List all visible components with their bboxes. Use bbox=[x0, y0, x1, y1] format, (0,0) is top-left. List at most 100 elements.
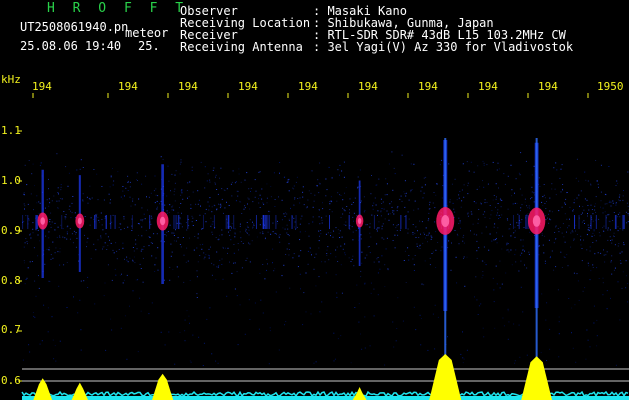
noise-speck bbox=[208, 257, 210, 259]
noise-speck bbox=[437, 316, 439, 318]
noise-speck bbox=[221, 229, 223, 231]
noise-speck bbox=[208, 248, 210, 250]
noise-speck bbox=[238, 249, 239, 251]
noise-speck bbox=[338, 232, 340, 234]
noise-speck bbox=[237, 243, 239, 244]
noise-speck bbox=[113, 252, 115, 254]
noise-speck bbox=[249, 208, 251, 210]
noise-speck bbox=[145, 229, 147, 231]
noise-speck bbox=[52, 241, 54, 243]
noise-speck bbox=[457, 235, 459, 237]
noise-speck bbox=[164, 344, 166, 346]
noise-speck bbox=[496, 169, 498, 171]
noise-speck bbox=[407, 228, 409, 230]
noise-speck bbox=[57, 251, 59, 253]
noise-speck bbox=[549, 210, 551, 212]
noise-speck bbox=[23, 260, 25, 262]
noise-speck bbox=[313, 362, 315, 364]
noise-speck bbox=[34, 316, 36, 318]
noise-speck bbox=[509, 223, 511, 225]
noise-speck bbox=[434, 221, 436, 223]
noise-speck bbox=[396, 328, 398, 329]
noise-speck bbox=[614, 267, 616, 269]
noise-speck bbox=[567, 227, 568, 229]
noise-speck bbox=[623, 190, 624, 191]
noise-speck bbox=[319, 223, 321, 225]
noise-speck bbox=[603, 249, 604, 251]
noise-speck bbox=[477, 218, 479, 220]
noise-speck bbox=[41, 340, 43, 342]
noise-speck bbox=[538, 254, 540, 256]
noise-speck bbox=[337, 229, 339, 231]
noise-speck bbox=[143, 213, 145, 215]
noise-speck bbox=[572, 347, 574, 349]
noise-speck bbox=[269, 330, 271, 332]
noise-speck bbox=[458, 197, 460, 199]
noise-speck bbox=[313, 200, 315, 202]
noise-speck bbox=[447, 336, 448, 338]
noise-speck bbox=[248, 188, 250, 190]
noise-speck bbox=[75, 232, 77, 234]
noise-speck bbox=[519, 254, 521, 256]
noise-speck bbox=[404, 250, 406, 252]
noise-speck bbox=[588, 229, 590, 231]
noise-speck bbox=[100, 235, 102, 237]
noise-speck bbox=[231, 195, 233, 197]
noise-speck bbox=[474, 296, 475, 298]
noise-speck bbox=[369, 252, 371, 254]
noise-speck bbox=[456, 282, 458, 284]
noise-speck bbox=[603, 225, 605, 227]
noise-speck bbox=[278, 236, 280, 238]
noise-speck bbox=[239, 304, 241, 306]
noise-speck bbox=[526, 354, 528, 356]
noise-speck bbox=[407, 211, 409, 213]
noise-speck bbox=[258, 198, 259, 200]
noise-speck bbox=[48, 249, 50, 251]
noise-speck bbox=[300, 288, 301, 290]
noise-speck bbox=[129, 305, 130, 307]
noise-speck bbox=[460, 206, 462, 208]
noise-speck bbox=[575, 361, 577, 363]
noise-speck bbox=[370, 193, 372, 195]
x-tick-label: 194 bbox=[298, 80, 318, 93]
noise-speck bbox=[87, 276, 89, 278]
noise-speck bbox=[203, 252, 205, 254]
noise-speck bbox=[454, 230, 456, 231]
noise-speck bbox=[489, 217, 491, 219]
noise-speck bbox=[496, 283, 498, 285]
noise-speck bbox=[492, 161, 494, 163]
noise-speck bbox=[328, 166, 330, 168]
noise-speck bbox=[364, 347, 366, 349]
noise-speck bbox=[610, 240, 611, 241]
noise-speck bbox=[173, 235, 175, 236]
noise-speck bbox=[60, 186, 62, 188]
noise-speck bbox=[252, 226, 254, 228]
noise-speck bbox=[216, 266, 218, 268]
noise-speck bbox=[432, 251, 434, 253]
noise-speck bbox=[551, 188, 553, 190]
noise-speck bbox=[396, 207, 398, 209]
noise-speck bbox=[388, 219, 390, 221]
noise-speck bbox=[126, 256, 128, 258]
noise-speck bbox=[269, 211, 271, 213]
noise-speck bbox=[273, 172, 275, 174]
noise-speck bbox=[252, 201, 254, 203]
noise-speck bbox=[620, 262, 622, 264]
noise-speck bbox=[610, 201, 612, 203]
noise-speck bbox=[150, 242, 152, 244]
noise-speck bbox=[179, 332, 181, 333]
noise-speck bbox=[345, 187, 347, 188]
noise-speck bbox=[89, 198, 91, 200]
noise-speck bbox=[109, 186, 111, 188]
antenna-value: : 3el Yagi(V) Az 330 for Vladivostok bbox=[313, 40, 574, 54]
noise-speck bbox=[252, 221, 253, 223]
noise-speck bbox=[610, 297, 611, 299]
noise-speck bbox=[219, 259, 221, 261]
noise-speck bbox=[513, 323, 515, 325]
noise-speck bbox=[179, 173, 181, 175]
noise-speck bbox=[104, 282, 106, 284]
noise-speck bbox=[339, 237, 341, 238]
noise-speck bbox=[396, 225, 398, 227]
noise-speck bbox=[204, 213, 206, 215]
noise-speck bbox=[188, 237, 190, 239]
